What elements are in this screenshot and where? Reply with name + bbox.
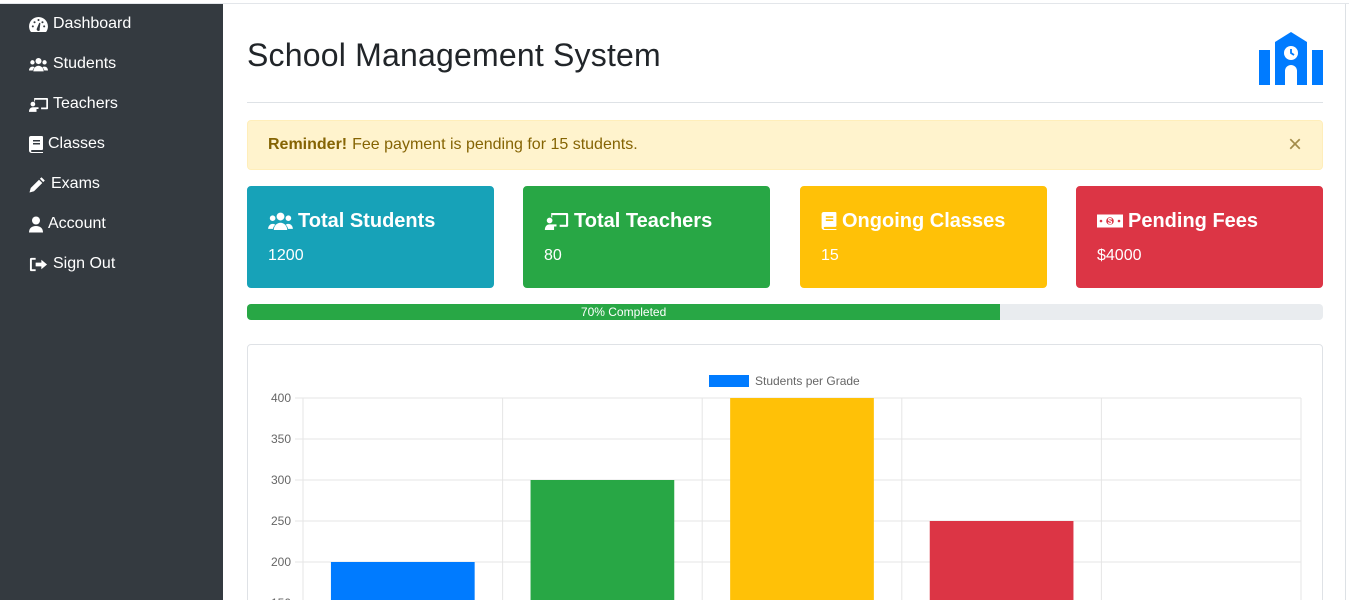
y-tick-label: 400 (271, 391, 291, 405)
chart-card: 400 350 300 250 200 150 Students per Grade (247, 344, 1323, 600)
sidebar-item-account[interactable]: Account (0, 204, 223, 244)
close-icon[interactable]: × (1288, 133, 1302, 157)
card-title-text: Pending Fees (1128, 209, 1259, 232)
card-value: 1200 (268, 247, 304, 264)
card-ongoing-classes: Ongoing Classes 15 (800, 186, 1047, 288)
y-tick-label: 250 (271, 514, 291, 528)
card-value: $4000 (1097, 247, 1142, 264)
book-icon (821, 212, 837, 230)
card-title-text: Ongoing Classes (842, 209, 1006, 232)
sidebar-item-label: Students (53, 55, 117, 72)
sidebar-item-sign-out[interactable]: Sign Out (0, 244, 223, 284)
pencil-icon (29, 176, 45, 192)
svg-text:$: $ (1108, 217, 1113, 226)
card-value: 15 (821, 247, 839, 264)
card-title: Total Teachers (544, 207, 749, 235)
alert-message: Fee payment is pending for 15 students. (352, 136, 638, 153)
page-header: School Management System (247, 4, 1323, 103)
y-tick-label: 150 (271, 596, 291, 600)
sidebar-item-classes[interactable]: Classes (0, 124, 223, 164)
chalkboard-teacher-icon (29, 97, 48, 112)
chalkboard-teacher-icon (544, 213, 569, 230)
alert-strong: Reminder! (268, 136, 348, 153)
money-bill-icon: $ (1097, 214, 1123, 228)
fee-reminder-alert: Reminder! Fee payment is pending for 15 … (247, 120, 1323, 170)
y-tick-label: 300 (271, 473, 291, 487)
users-icon (268, 212, 293, 230)
sidebar-item-dashboard[interactable]: Dashboard (0, 4, 223, 44)
card-title-text: Total Teachers (574, 209, 713, 232)
sidebar-item-teachers[interactable]: Teachers (0, 84, 223, 124)
school-icon (1259, 32, 1323, 85)
sign-out-icon (29, 257, 48, 271)
bar (530, 480, 675, 600)
bar (330, 562, 475, 600)
sidebar-item-label: Exams (51, 175, 100, 192)
bar (730, 398, 874, 600)
sidebar-item-label: Teachers (53, 95, 118, 112)
card-title: Total Students (268, 207, 473, 235)
legend-label: Students per Grade (755, 374, 860, 388)
card-total-students: Total Students 1200 (247, 186, 494, 288)
y-tick-label: 350 (271, 432, 291, 446)
book-icon (29, 135, 43, 153)
card-title: Ongoing Classes (821, 207, 1026, 235)
sidebar-item-label: Classes (48, 135, 105, 152)
card-title-text: Total Students (298, 209, 436, 232)
sidebar-item-label: Dashboard (53, 15, 132, 32)
tachometer-icon (29, 16, 48, 32)
sidebar: Dashboard Students Teachers Classes Exam… (0, 4, 223, 600)
sidebar-item-label: Sign Out (53, 255, 116, 272)
sidebar-item-label: Account (48, 215, 106, 232)
y-tick-label: 200 (271, 555, 291, 569)
sidebar-item-students[interactable]: Students (0, 44, 223, 84)
progress-bar: 70% Completed (247, 304, 1001, 320)
card-pending-fees: $ Pending Fees $4000 (1076, 186, 1323, 288)
card-total-teachers: Total Teachers 80 (523, 186, 770, 288)
progress-track: 70% Completed (247, 304, 1323, 320)
students-per-grade-chart: 400 350 300 250 200 150 Students per Grade (271, 374, 1302, 600)
card-title: $ Pending Fees (1097, 207, 1302, 235)
users-icon (29, 57, 48, 71)
legend-swatch (709, 375, 749, 387)
user-icon (29, 216, 43, 232)
card-value: 80 (544, 247, 562, 264)
main-content: School Management System Reminder! Fee p… (223, 4, 1346, 600)
page-title: School Management System (247, 37, 661, 73)
bar (929, 521, 1074, 600)
sidebar-item-exams[interactable]: Exams (0, 164, 223, 204)
